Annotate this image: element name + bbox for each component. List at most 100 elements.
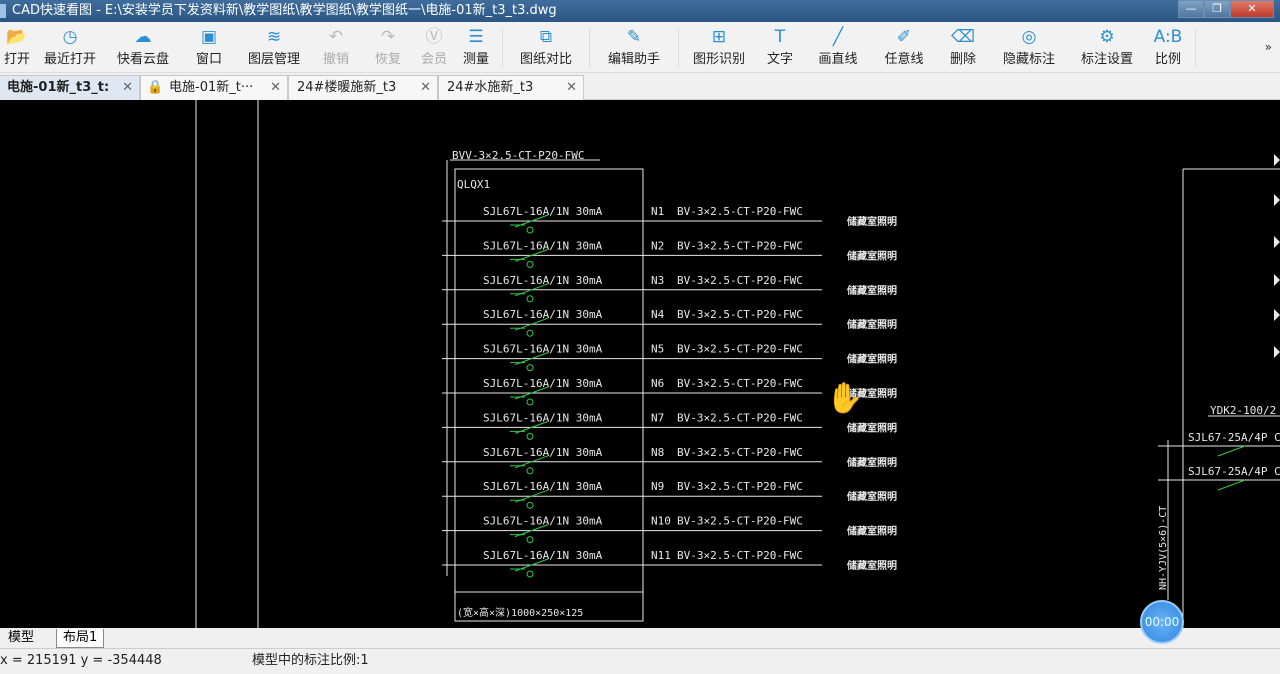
sheet-tabs: 模型 布局1 (0, 628, 1280, 648)
breaker-label: SJL67L-16A/1N 30mA (483, 411, 603, 424)
toolbar-label: 测量 (462, 52, 489, 67)
breaker-label: SJL67L-16A/1N 30mA (483, 239, 603, 252)
toolbar-button-3[interactable]: ▣ 窗口 (180, 22, 238, 73)
breaker-label: SJL67L-16A/1N 30mA (483, 515, 603, 528)
toolbar-button-2[interactable]: ☁ 快看云盘 (106, 22, 180, 73)
cable-label: BV-3×2.5-CT-P20-FWC (677, 205, 803, 218)
close-tab-icon[interactable]: ✕ (270, 76, 281, 99)
toolbar-button-19[interactable]: ⌫ 删除 (937, 22, 989, 73)
circuit-id: N9 (651, 480, 664, 493)
recording-timer[interactable]: 00:00 (1140, 600, 1184, 644)
toolbar-button-21[interactable]: ⚙ 标注设置 (1069, 22, 1145, 73)
close-tab-icon[interactable]: ✕ (420, 76, 431, 99)
document-tab[interactable]: 24#楼暖施新_t3 ✕ (288, 75, 438, 100)
toolbar-button-6[interactable]: ↶ 撤销 (310, 22, 362, 73)
sheet-tab-model[interactable]: 模型 (2, 629, 40, 648)
toolbar-button-1[interactable]: ◷ 最近打开 (34, 22, 106, 73)
toolbar-label: 任意线 (884, 52, 924, 67)
toolbar-label: 恢复 (374, 52, 401, 67)
lock-icon: 🔒 (147, 80, 164, 95)
circuit-use: 储藏室照明 (846, 456, 897, 469)
close-button[interactable]: ✕ (1230, 0, 1274, 18)
document-tabs: 电施-01新_t3_t: ✕ 🔒 电施-01新_t··· ✕ 24#楼暖施新_t3 ✕ 24#… (0, 73, 1280, 100)
close-tab-icon[interactable]: ✕ (122, 76, 133, 99)
circuit-use: 储藏室照明 (846, 559, 897, 572)
circuit-id: N6 (651, 377, 664, 390)
document-tab[interactable]: 24#水施新_t3 ✕ (438, 75, 584, 100)
sheet-tab-layout1[interactable]: 布局1 (56, 629, 105, 648)
tab-label: 24#水施新_t3 (447, 80, 534, 95)
cable-label: BV-3×2.5-CT-P20-FWC (677, 377, 803, 390)
document-tab[interactable]: 🔒 电施-01新_t··· ✕ (140, 75, 288, 100)
toolbar: 📂 打开 ◷ 最近打开 ☁ 快看云盘 ▣ 窗口 ≋ 图层管理 » ↶ 撤销 ↷ 恢复 Ⓥ 会员 ☰ 测量 ⧉ 图纸对比… (0, 22, 1280, 73)
toolbar-label: 比例 (1154, 52, 1181, 67)
toolbar-button-15[interactable]: ⊞ 图形识别 (683, 22, 755, 73)
toolbar-button-4[interactable]: ≋ 图层管理 (238, 22, 310, 73)
toolbar-button-11[interactable]: ⧉ 图纸对比 (507, 22, 585, 73)
toolbar-label: 隐藏标注 (1002, 52, 1055, 67)
breaker-contact (526, 226, 534, 234)
breaker-contact (526, 432, 534, 440)
toolbar-button-8[interactable]: Ⓥ 会员 (414, 22, 454, 73)
arrow-marker (1274, 346, 1280, 358)
app-icon (0, 4, 6, 18)
breaker-label: SJL67L-16A/1N 30mA (483, 274, 603, 287)
cable-label: BV-3×2.5-CT-P20-FWC (677, 343, 803, 356)
toolbar-button-0[interactable]: 📂 打开 (0, 22, 34, 73)
drawing-canvas[interactable]: BVV-3×2.5-CT-P20-FWC QLQX1 (宽×高×深)1000×250… (0, 100, 1280, 628)
toolbar-button-7[interactable]: ↷ 恢复 (362, 22, 414, 73)
arrow-marker (1274, 274, 1280, 286)
toolbar-label: 图层管理 (247, 52, 300, 67)
title-bar: CAD快速看图 - E:\安装学员下发资料新\教学图纸\教学图纸\教学图纸一\电… (0, 0, 1280, 22)
compare-icon: ⧉ (539, 27, 553, 47)
circuit-id: N2 (651, 239, 664, 252)
toolbar-button-9[interactable]: ☰ 测量 (454, 22, 498, 73)
breaker-contact (526, 536, 534, 544)
breaker-label: SJL67L-16A/1N 30mA (483, 480, 603, 493)
layers-icon: ≋ (266, 27, 282, 47)
circuit-use: 储藏室照明 (846, 284, 897, 297)
toolbar-label: 图纸对比 (519, 52, 572, 67)
breaker-contact (526, 329, 534, 337)
toolbar-button-22[interactable]: A:B 比例 (1145, 22, 1191, 73)
toolbar-overflow-button[interactable]: » (1265, 40, 1272, 54)
breaker-label: SJL67L-16A/1N 30mA (483, 549, 603, 562)
toolbar-button-18[interactable]: ✐ 任意线 (871, 22, 937, 73)
toolbar-button-20[interactable]: ◎ 隐藏标注 (989, 22, 1069, 73)
feeder-label: NH-YJV(5×6)-CT (1158, 506, 1169, 590)
breaker-label: SJL67L-16A/1N 30mA (483, 377, 603, 390)
circuit-use: 储藏室照明 (846, 215, 897, 228)
box-size: (宽×高×深)1000×250×125 (457, 606, 583, 619)
cad-drawing[interactable]: BVV-3×2.5-CT-P20-FWCQLQX1(宽×高×深)1000×250… (0, 100, 1280, 628)
clock-icon: ◷ (62, 27, 78, 47)
toolbar-separator (589, 28, 590, 68)
maximize-button[interactable]: ❐ (1204, 0, 1230, 18)
pen-icon: ✐ (896, 27, 912, 47)
breaker-contact (526, 295, 534, 303)
circuit-id: N7 (651, 411, 664, 424)
main-breaker-label: YDK2-100/2 (1210, 404, 1276, 417)
toolbar-button-13[interactable]: ✎ 编辑助手 (594, 22, 674, 73)
breaker-contact (526, 364, 534, 372)
redo-icon: ↷ (380, 27, 396, 47)
breaker-label: SJL67L-16A/1N 30mA (483, 205, 603, 218)
circuit-id: N3 (651, 274, 664, 287)
circuit-id: N1 (651, 205, 664, 218)
minimize-button[interactable]: — (1178, 0, 1204, 18)
scale-icon: A:B (1153, 27, 1183, 47)
folder-icon: 📂 (6, 27, 28, 47)
arrow-marker (1274, 236, 1280, 248)
toolbar-button-16[interactable]: T 文字 (755, 22, 805, 73)
close-tab-icon[interactable]: ✕ (566, 76, 577, 99)
toolbar-label: 窗口 (195, 52, 222, 67)
tab-label: 24#楼暖施新_t3 (297, 80, 397, 95)
toolbar-label: 快看云盘 (116, 52, 169, 67)
cable-label: BV-3×2.5-CT-P20-FWC (677, 411, 803, 424)
cable-label: BV-3×2.5-CT-P20-FWC (677, 446, 803, 459)
window-icon: ▣ (200, 27, 218, 47)
document-tab[interactable]: 电施-01新_t3_t: ✕ (0, 75, 140, 100)
toolbar-button-17[interactable]: ╱ 画直线 (805, 22, 871, 73)
breaker-contact (526, 570, 534, 578)
cable-label: BV-3×2.5-CT-P20-FWC (677, 549, 803, 562)
cloud-icon: ☁ (134, 27, 152, 47)
